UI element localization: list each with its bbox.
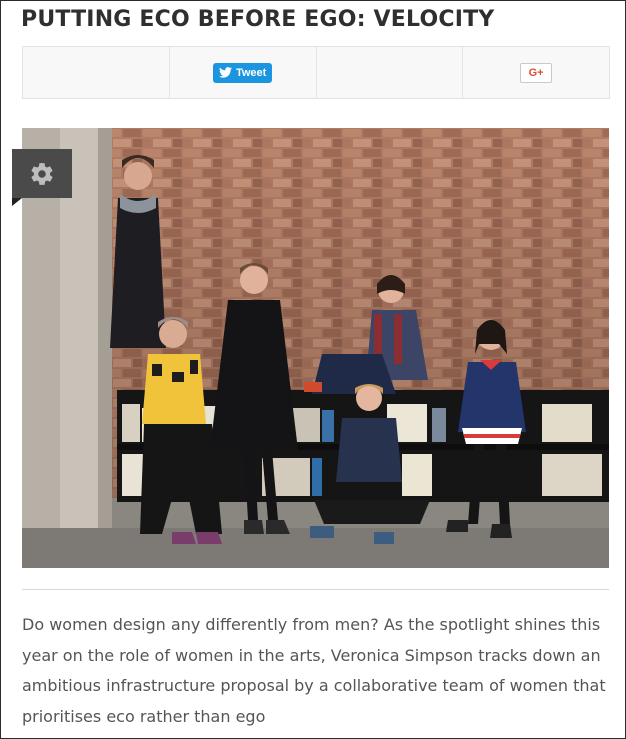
content-divider xyxy=(22,589,609,590)
share-slot-gplus: G+ xyxy=(463,47,609,98)
share-bar: Tweet G+ xyxy=(22,46,610,99)
settings-tab[interactable] xyxy=(12,149,72,206)
tweet-label: Tweet xyxy=(235,66,267,79)
gear-icon xyxy=(31,162,53,185)
share-slot-3 xyxy=(317,47,464,98)
twitter-bird-icon xyxy=(218,67,232,78)
article-title: PUTTING ECO BEFORE EGO: VELOCITY xyxy=(21,7,495,32)
google-plus-button[interactable]: G+ xyxy=(520,62,553,83)
share-slot-1 xyxy=(23,47,170,98)
team-photo xyxy=(22,128,609,568)
article-summary: Do women design any differently from men… xyxy=(22,615,606,726)
tweet-button[interactable]: Tweet xyxy=(212,62,273,83)
share-slot-tweet: Tweet xyxy=(170,47,317,98)
article-frame: PUTTING ECO BEFORE EGO: VELOCITY Tweet G… xyxy=(0,0,626,739)
article-hero-image[interactable] xyxy=(22,128,609,568)
